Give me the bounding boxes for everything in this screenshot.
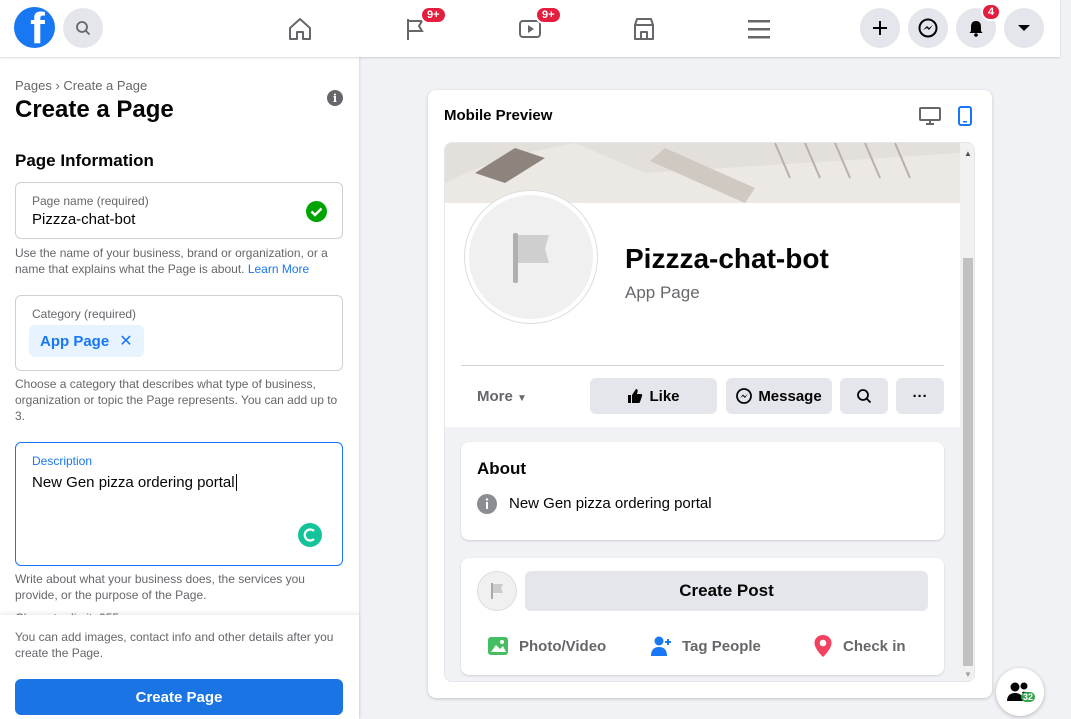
tag-people-icon — [651, 636, 671, 656]
check-circle-icon — [306, 201, 327, 222]
like-button[interactable]: Like — [590, 378, 717, 414]
search-icon — [857, 389, 872, 404]
preview-content: Pizzza-chat-bot App Page More ▼ Like Mes… — [445, 143, 960, 681]
mobile-icon[interactable] — [958, 106, 972, 126]
check-in-button[interactable]: Check in — [813, 634, 906, 658]
about-text: New Gen pizza ordering portal — [509, 495, 712, 512]
caret-down-icon: ▼ — [517, 393, 527, 404]
page-name-label: Page name (required) — [32, 194, 149, 208]
category-field[interactable]: Category (required) App Page ✕ — [15, 295, 343, 371]
messenger-icon — [736, 388, 753, 404]
photo-icon — [488, 637, 508, 655]
page-name-value[interactable]: Pizzza-chat-bot — [32, 211, 135, 228]
flag-icon — [513, 233, 549, 283]
contacts-fab[interactable]: 32 — [996, 668, 1044, 716]
breadcrumb[interactable]: Pages › Create a Page — [15, 78, 147, 93]
about-card: About New Gen pizza ordering portal — [461, 442, 944, 540]
create-post-button[interactable]: Create Post — [525, 571, 928, 611]
section-title: Page Information — [15, 151, 154, 170]
preview-page-name: Pizzza-chat-bot — [625, 243, 829, 274]
caret-down-icon — [1018, 25, 1030, 31]
learn-more-link[interactable]: Learn More — [248, 262, 309, 276]
category-chip: App Page ✕ — [29, 325, 144, 357]
scroll-down-arrow-icon[interactable]: ▼ — [964, 670, 972, 679]
messenger-icon — [918, 18, 938, 38]
page-name-help: Use the name of your business, brand or … — [15, 246, 328, 276]
page-name-field[interactable]: Page name (required) Pizzza-chat-bot — [15, 182, 343, 239]
preview-scrollbar-thumb[interactable] — [963, 258, 973, 666]
category-help: Choose a category that describes what ty… — [15, 377, 338, 423]
plus-icon — [873, 21, 887, 35]
divider — [461, 365, 944, 366]
page-title: Create a Page — [15, 96, 174, 123]
about-title: About — [477, 459, 527, 478]
tag-people-button[interactable]: Tag People — [650, 634, 761, 658]
mobile-preview-card: Mobile Preview Pizzza-chat-bot App Page — [428, 90, 992, 698]
page-avatar — [465, 191, 597, 323]
facebook-logo-icon[interactable]: f — [14, 7, 55, 48]
flag-icon — [491, 583, 503, 599]
hamburger-menu-icon — [748, 20, 770, 39]
description-field[interactable]: Description New Gen pizza ordering porta… — [15, 442, 343, 566]
notifications-badge: 4 — [981, 3, 1002, 21]
thumbs-up-icon — [628, 389, 643, 403]
info-circle-icon — [477, 494, 497, 514]
location-pin-icon — [814, 635, 832, 657]
category-chip-label: App Page — [40, 332, 110, 350]
watch-badge: 9+ — [535, 6, 562, 24]
nav-home-button[interactable] — [283, 12, 317, 46]
photo-video-button[interactable]: Photo/Video — [487, 634, 606, 658]
preview-search-button[interactable] — [840, 378, 888, 414]
description-value[interactable]: New Gen pizza ordering portal — [32, 474, 237, 491]
home-icon — [289, 18, 311, 40]
preview-page-category: App Page — [625, 283, 700, 302]
pages-badge: 9+ — [420, 6, 447, 24]
more-tab[interactable]: More ▼ — [477, 388, 527, 405]
top-navigation-bar: f 9+ 9+ 4 — [0, 0, 1060, 57]
bell-icon — [969, 21, 983, 37]
nav-menu-button[interactable] — [742, 12, 776, 46]
preview-title: Mobile Preview — [444, 107, 553, 124]
contacts-count-badge: 32 — [1021, 692, 1036, 702]
marketplace-store-icon — [634, 18, 654, 40]
message-button[interactable]: Message — [726, 378, 832, 414]
messenger-button[interactable] — [908, 8, 948, 48]
profile-header-card: Pizzza-chat-bot App Page More ▼ Like Mes… — [445, 143, 960, 427]
account-menu-button[interactable] — [1004, 8, 1044, 48]
preview-scrollbar[interactable]: ▲ ▼ — [960, 143, 974, 681]
create-page-panel: Pages › Create a Page Create a Page i Pa… — [0, 57, 359, 719]
nav-marketplace-button[interactable] — [627, 12, 661, 46]
more-options-button[interactable]: ··· — [896, 378, 944, 414]
grammarly-icon[interactable] — [298, 523, 322, 547]
search-icon — [76, 21, 91, 36]
search-button[interactable] — [63, 8, 103, 48]
create-post-card: Create Post Photo/Video Tag People Check… — [461, 558, 944, 675]
description-help: Write about what your business does, the… — [15, 572, 305, 602]
window-scrollbar[interactable] — [1060, 0, 1071, 719]
category-label: Category (required) — [32, 307, 137, 321]
create-page-button[interactable]: Create Page — [15, 679, 343, 715]
info-icon[interactable]: i — [327, 90, 343, 106]
remove-category-icon[interactable]: ✕ — [119, 331, 132, 351]
description-label: Description — [32, 454, 93, 468]
desktop-icon[interactable] — [919, 107, 941, 125]
create-button[interactable] — [860, 8, 900, 48]
post-avatar — [477, 571, 517, 611]
preview-frame: Pizzza-chat-bot App Page More ▼ Like Mes… — [444, 142, 975, 682]
scroll-up-arrow-icon[interactable]: ▲ — [964, 149, 972, 158]
footer-note: You can add images, contact info and oth… — [15, 630, 334, 660]
